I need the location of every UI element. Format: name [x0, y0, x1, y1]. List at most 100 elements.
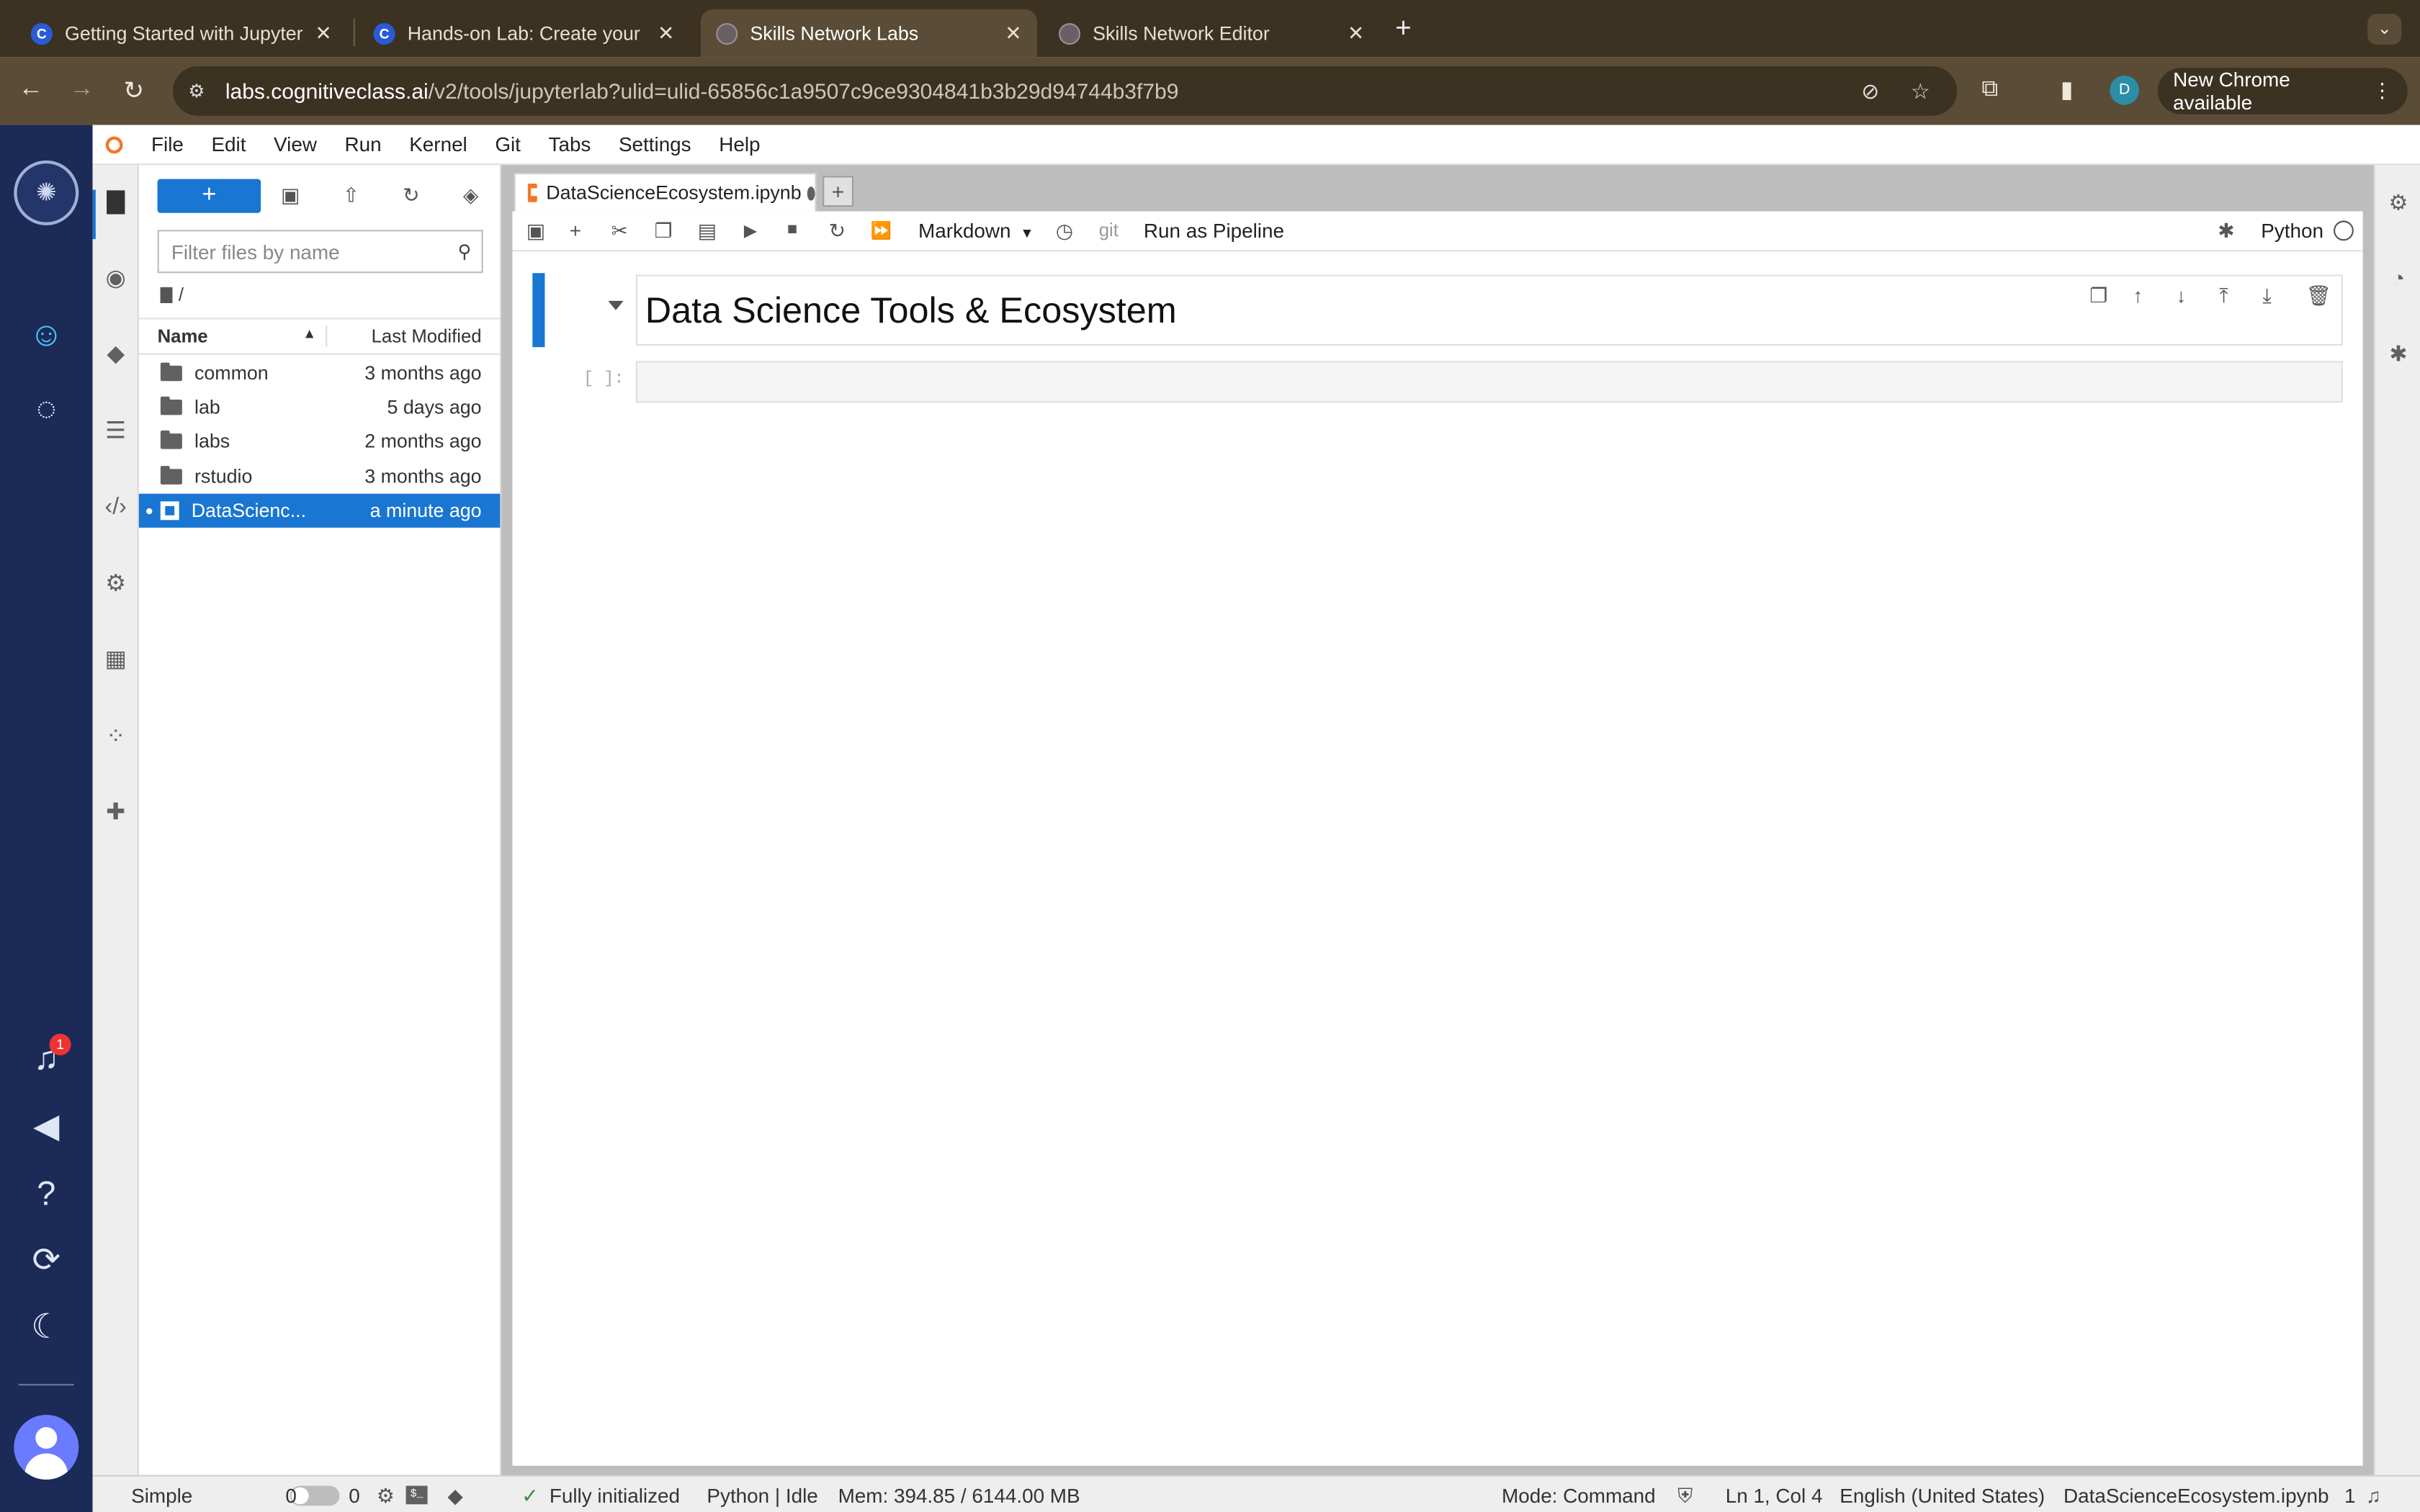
menu-git[interactable]: Git: [495, 132, 521, 156]
breadcrumb-root[interactable]: /: [179, 284, 184, 305]
cell-type-dropdown[interactable]: Markdown ▼: [918, 219, 1034, 242]
back-arrow-icon[interactable]: ←: [19, 76, 43, 104]
status-notification-count[interactable]: 1: [2344, 1484, 2356, 1507]
menu-kernel[interactable]: Kernel: [409, 132, 467, 156]
side-panel-icon[interactable]: ▮: [2061, 76, 2074, 103]
language-indicator[interactable]: English (United States): [1839, 1484, 2045, 1507]
kernel-count[interactable]: 0: [349, 1484, 360, 1507]
skills-network-logo-icon[interactable]: ✺: [14, 160, 79, 225]
duplicate-cell-icon[interactable]: ❐: [2089, 284, 2107, 308]
file-row-notebook[interactable]: ● DataScienc... a minute ago: [138, 493, 501, 528]
fast-forward-icon[interactable]: ⏩: [871, 220, 892, 241]
menu-tabs[interactable]: Tabs: [549, 132, 591, 156]
delete-trash-icon[interactable]: 🗑: [2305, 284, 2331, 308]
file-row-labs[interactable]: labs 2 months ago: [139, 424, 500, 458]
extension-manager-icon[interactable]: ✚: [99, 796, 133, 830]
restart-kernel-icon[interactable]: ↻: [829, 219, 846, 243]
dark-mode-moon-icon[interactable]: ☾: [24, 1305, 68, 1349]
file-row-rstudio[interactable]: rstudio 3 months ago: [139, 460, 500, 494]
code-cell-input[interactable]: [635, 361, 2343, 403]
insert-cell-plus-icon[interactable]: +: [570, 219, 581, 242]
table-of-contents-icon[interactable]: ☰: [99, 415, 133, 449]
collapse-heading-caret-icon[interactable]: [608, 300, 624, 310]
menu-help[interactable]: Help: [719, 132, 760, 156]
resource-gauge-icon[interactable]: ◔: [2383, 266, 2414, 297]
trust-shield-icon[interactable]: ⛨: [1677, 1484, 1693, 1508]
kebab-menu-icon[interactable]: ⋮: [2372, 78, 2393, 103]
reload-icon[interactable]: ↻: [123, 76, 144, 107]
cursor-position[interactable]: Ln 1, Col 4: [1726, 1484, 1823, 1507]
site-settings-icon[interactable]: ⚙: [188, 80, 216, 102]
column-name-header[interactable]: Name ▲: [139, 325, 328, 348]
eye-off-icon[interactable]: ⊘: [1861, 78, 1879, 104]
filter-files-input[interactable]: [158, 233, 448, 270]
new-tab-icon[interactable]: +: [1395, 12, 1412, 45]
extension-panel-icon[interactable]: ▦: [99, 644, 133, 678]
extensions-icon[interactable]: ⧉: [1981, 76, 1998, 102]
new-launcher-button[interactable]: +: [157, 179, 261, 213]
folder-icon[interactable]: ▇: [99, 185, 133, 219]
add-tab-button[interactable]: +: [823, 176, 853, 207]
debugger-bug-icon[interactable]: ✱: [2218, 219, 2234, 243]
menu-edit[interactable]: Edit: [211, 132, 246, 156]
notebook-document-tab[interactable]: DataScienceEcosystem.ipynb: [514, 173, 817, 212]
simple-mode-toggle[interactable]: [290, 1485, 340, 1506]
git-branch-icon[interactable]: ◆: [447, 1484, 462, 1508]
browser-tab-1[interactable]: C Getting Started with Jupyter Notebooks…: [15, 9, 347, 57]
code-snippets-icon[interactable]: ‹/›: [99, 490, 133, 524]
kernel-status[interactable]: Python | Idle: [707, 1484, 817, 1507]
paste-clipboard-icon[interactable]: ▤: [698, 219, 717, 243]
profile-avatar[interactable]: D: [2110, 76, 2139, 105]
browser-tab-2[interactable]: C Hands-on Lab: Create your Jupyter Note…: [358, 9, 690, 57]
property-gears-icon[interactable]: ⚙: [2383, 190, 2414, 221]
column-modified-header[interactable]: Last Modified: [327, 325, 500, 347]
breadcrumb[interactable]: ▇ /: [161, 284, 184, 305]
move-up-arrow-icon[interactable]: ↑: [2133, 284, 2143, 307]
debugger-bug-icon[interactable]: ✱: [2383, 341, 2414, 372]
bookmark-star-icon[interactable]: ☆: [1911, 78, 1930, 104]
menu-view[interactable]: View: [274, 132, 317, 156]
new-folder-icon[interactable]: ▣: [281, 184, 300, 208]
menu-settings[interactable]: Settings: [619, 132, 691, 156]
kernel-name-button[interactable]: Python: [2261, 219, 2323, 242]
forward-arrow-icon[interactable]: →: [69, 76, 94, 104]
upload-icon[interactable]: ⇧: [343, 184, 359, 208]
cut-scissors-icon[interactable]: ✂: [611, 219, 628, 243]
menu-run[interactable]: Run: [345, 132, 382, 156]
lightbulb-icon[interactable]: ◌: [24, 387, 68, 431]
cell-collapser[interactable]: [532, 273, 545, 348]
run-play-icon[interactable]: ▶: [744, 220, 757, 241]
menu-file[interactable]: File: [151, 132, 184, 156]
copy-icon[interactable]: ❐: [655, 219, 673, 243]
notification-bell-icon[interactable]: ♫: [2366, 1484, 2381, 1507]
save-icon[interactable]: ▣: [526, 219, 545, 243]
browser-tab-3[interactable]: Skills Network Labs ✕: [700, 9, 1037, 58]
tab-search-chevron-icon[interactable]: ⌄: [2367, 14, 2402, 45]
megaphone-icon[interactable]: ◀: [24, 1104, 68, 1148]
component-catalog-icon[interactable]: ⁘: [99, 721, 133, 755]
user-avatar[interactable]: [14, 1414, 79, 1480]
run-as-pipeline-button[interactable]: Run as Pipeline: [1144, 219, 1284, 242]
running-stop-icon[interactable]: ◉: [99, 262, 133, 296]
file-row-common[interactable]: common 3 months ago: [139, 356, 500, 390]
sync-icon[interactable]: ⟳: [24, 1239, 68, 1282]
git-clone-icon[interactable]: ◈: [463, 184, 478, 208]
move-down-arrow-icon[interactable]: ↓: [2176, 284, 2186, 307]
stop-square-icon[interactable]: ■: [787, 220, 797, 239]
close-icon[interactable]: ✕: [315, 21, 331, 45]
file-row-lab[interactable]: lab 5 days ago: [139, 390, 500, 424]
close-icon[interactable]: ✕: [658, 21, 674, 45]
terminal-count[interactable]: 0: [285, 1484, 297, 1507]
git-icon[interactable]: ◆: [99, 338, 133, 372]
close-icon[interactable]: ✕: [1348, 21, 1364, 45]
browser-tab-4[interactable]: Skills Network Editor ✕: [1044, 9, 1380, 57]
chat-bot-icon[interactable]: ☺: [24, 313, 68, 356]
git-diff-button[interactable]: git: [1099, 219, 1119, 240]
address-bar[interactable]: ⚙ labs.cognitiveclass.ai/v2/tools/jupyte…: [173, 66, 1958, 116]
help-icon[interactable]: ?: [24, 1173, 68, 1216]
close-icon[interactable]: ✕: [1005, 21, 1021, 45]
property-inspector-icon[interactable]: ⚙: [99, 568, 133, 602]
new-chrome-available-button[interactable]: New Chrome available ⋮: [2157, 68, 2408, 114]
insert-below-icon[interactable]: ⤓: [2262, 284, 2271, 308]
unsaved-dot-icon[interactable]: [807, 186, 815, 200]
